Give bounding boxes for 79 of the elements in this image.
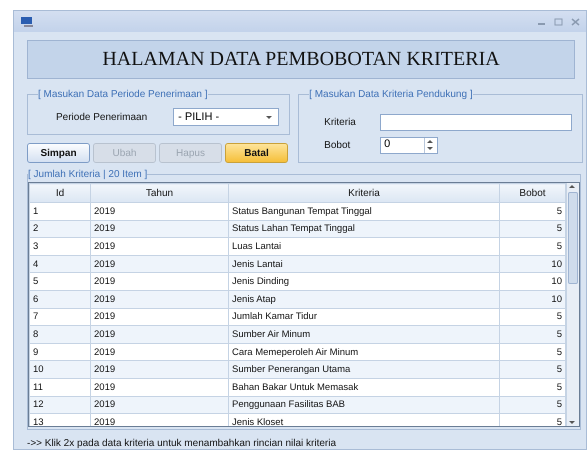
table-cell: Jenis Lantai [228, 255, 500, 273]
table-cell: 5 [500, 220, 566, 238]
table-cell: Cara Memeperoleh Air Minum [228, 343, 500, 361]
column-header[interactable]: Bobot [500, 184, 566, 202]
group-legend: [ Masukan Data Periode Penerimaan ] [38, 89, 208, 100]
scrollbar[interactable] [566, 183, 579, 426]
column-header[interactable]: Tahun [90, 184, 228, 202]
scroll-up-icon[interactable] [567, 183, 577, 190]
table-cell: 7 [30, 308, 90, 326]
table-cell: 10 [500, 255, 566, 273]
table-cell: 3 [30, 238, 90, 256]
table-cell: Status Lahan Tempat Tinggal [228, 220, 500, 238]
periode-label: Periode Penerimaan [56, 112, 148, 122]
table-cell: Bahan Bakar Untuk Memasak [228, 378, 500, 396]
column-header[interactable]: Kriteria [228, 184, 500, 202]
table-cell: 10 [500, 290, 566, 308]
kriteria-field[interactable] [380, 114, 572, 131]
dropdown-arrow-icon[interactable] [264, 114, 274, 120]
table-cell: 5 [500, 378, 566, 396]
action-button[interactable]: Batal [225, 143, 288, 163]
group-legend: [ Jumlah Kriteria | 20 Item ] [28, 169, 148, 180]
scroll-thumb[interactable] [568, 192, 578, 284]
table-cell: 2019 [90, 238, 228, 256]
table-cell: Jenis Atap [228, 290, 500, 308]
table-cell: Status Bangunan Tempat Tinggal [228, 202, 500, 220]
scroll-down-icon[interactable] [567, 419, 577, 426]
table-cell: Luas Lantai [228, 238, 500, 256]
table-cell: 2019 [90, 343, 228, 361]
bobot-spinner[interactable]: 0 [380, 137, 438, 154]
table-cell: 2019 [90, 308, 228, 326]
table-cell: 4 [30, 255, 90, 273]
bobot-label: Bobot [324, 140, 352, 151]
kriteria-label: Kriteria [324, 117, 357, 128]
table-cell: 2 [30, 220, 90, 238]
table-cell: 2019 [90, 255, 228, 273]
table-cell: 10 [500, 272, 566, 290]
table-cell: Sumber Penerangan Utama [228, 360, 500, 378]
table-cell: 5 [500, 238, 566, 256]
table-cell: 2019 [90, 202, 228, 220]
table-cell: 9 [30, 343, 90, 361]
table-cell: 11 [30, 378, 90, 396]
table-cell: 2019 [90, 360, 228, 378]
spin-down-icon[interactable] [425, 145, 436, 152]
group-legend: [ Masukan Data Kriteria Pendukung ] [309, 89, 473, 100]
action-button[interactable]: Simpan [27, 143, 90, 163]
table-cell: 13 [30, 414, 90, 426]
table-cell: 5 [500, 360, 566, 378]
table-cell: 12 [30, 396, 90, 414]
table-cell: 5 [500, 414, 566, 426]
hint-text: ->> Klik 2x pada data kriteria untuk menambahkan rincian nilai kriteria [27, 438, 338, 449]
table-cell: 1 [30, 202, 90, 220]
table-cell: 5 [30, 272, 90, 290]
table-cell: 5 [500, 343, 566, 361]
periode-dropdown[interactable]: - PILIH - [173, 108, 280, 126]
table-cell: 2019 [90, 272, 228, 290]
table-cell: 2019 [90, 290, 228, 308]
table-cell: 2019 [90, 378, 228, 396]
close-icon[interactable] [571, 18, 580, 26]
table-cell: Jenis Kloset [228, 414, 500, 426]
app-icon [20, 16, 34, 28]
table-cell: 2019 [90, 396, 228, 414]
table-cell: 2019 [90, 220, 228, 238]
maximize-icon[interactable] [554, 18, 563, 26]
table-cell: 5 [500, 202, 566, 220]
table-cell: Jumlah Kamar Tidur [228, 308, 500, 326]
table-cell: 8 [30, 326, 90, 344]
table-cell: Penggunaan Fasilitas BAB [228, 396, 500, 414]
page-title: HALAMAN DATA PEMBOBOTAN KRITERIA [27, 40, 575, 79]
table-cell: Jenis Dinding [228, 272, 500, 290]
table-cell: 5 [500, 308, 566, 326]
table-cell: Sumber Air Minum [228, 326, 500, 344]
table-cell: 5 [500, 396, 566, 414]
table-cell: 6 [30, 290, 90, 308]
table-cell: 2019 [90, 326, 228, 344]
table-cell: 10 [30, 360, 90, 378]
column-header[interactable]: Id [30, 184, 90, 202]
spin-up-icon[interactable] [425, 138, 436, 145]
table-cell: 5 [500, 326, 566, 344]
table-cell: 2019 [90, 414, 228, 426]
